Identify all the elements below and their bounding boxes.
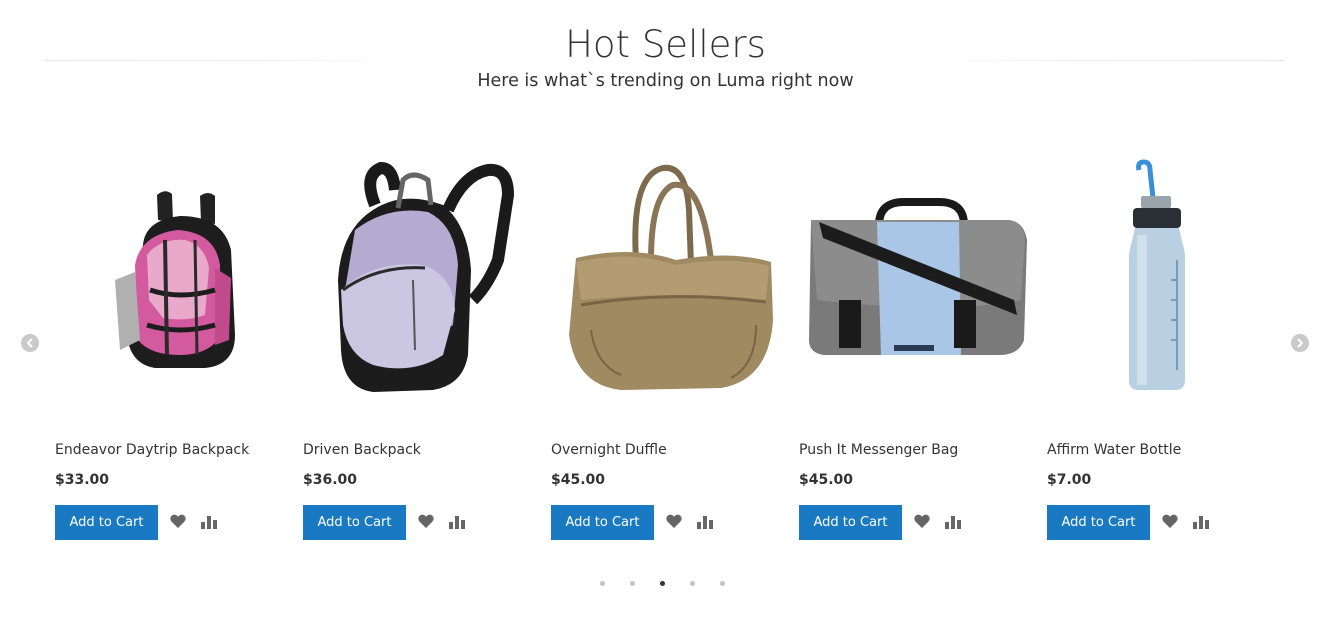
heart-icon[interactable]	[417, 512, 435, 530]
chevron-right-icon	[1297, 338, 1303, 348]
product-card: Affirm Water Bottle $7.00 Add to Cart	[1047, 150, 1277, 550]
product-name[interactable]: Driven Backpack	[303, 439, 421, 461]
heart-icon[interactable]	[665, 512, 683, 530]
bar-chart-icon[interactable]	[200, 513, 218, 531]
product-name[interactable]: Endeavor Daytrip Backpack	[55, 439, 249, 461]
chevron-left-icon	[27, 338, 33, 348]
carousel-dot[interactable]	[630, 581, 635, 586]
product-card: Overnight Duffle $45.00 Add to Cart	[551, 150, 781, 550]
carousel-dot[interactable]	[600, 581, 605, 586]
product-card: Push It Messenger Bag $45.00 Add to Cart	[799, 150, 1029, 550]
carousel-dots	[600, 581, 725, 586]
heart-icon[interactable]	[1161, 512, 1179, 530]
add-to-cart-button[interactable]: Add to Cart	[303, 505, 406, 540]
bar-chart-icon[interactable]	[1192, 513, 1210, 531]
product-price: $36.00	[303, 472, 358, 488]
blue-water-bottle-image[interactable]	[1047, 150, 1277, 410]
carousel-dot[interactable]	[690, 581, 695, 586]
add-to-cart-button[interactable]: Add to Cart	[551, 505, 654, 540]
product-card: Endeavor Daytrip Backpack $33.00 Add to …	[55, 150, 285, 550]
section-subtitle: Here is what`s trending on Luma right no…	[477, 71, 854, 91]
section-heading: Hot Sellers Here is what`s trending on L…	[0, 22, 1331, 93]
bar-chart-icon[interactable]	[696, 513, 714, 531]
product-carousel: Endeavor Daytrip Backpack $33.00 Add to …	[55, 150, 1295, 550]
tan-duffle-bag-image[interactable]	[551, 150, 781, 410]
carousel-dot-active[interactable]	[660, 581, 665, 586]
product-name[interactable]: Push It Messenger Bag	[799, 439, 958, 461]
product-name[interactable]: Affirm Water Bottle	[1047, 439, 1181, 461]
product-price: $7.00	[1047, 472, 1092, 488]
heart-icon[interactable]	[913, 512, 931, 530]
heading-divider-right	[935, 60, 1285, 61]
heart-icon[interactable]	[169, 512, 187, 530]
carousel-dot[interactable]	[720, 581, 725, 586]
gray-blue-messenger-bag-image[interactable]	[799, 150, 1029, 410]
carousel-prev-button[interactable]	[21, 334, 39, 352]
bar-chart-icon[interactable]	[448, 513, 466, 531]
product-price: $33.00	[55, 472, 110, 488]
pink-black-backpack-image[interactable]	[55, 150, 285, 410]
product-name[interactable]: Overnight Duffle	[551, 439, 667, 461]
heading-divider-left	[45, 60, 395, 61]
add-to-cart-button[interactable]: Add to Cart	[1047, 505, 1150, 540]
product-card: Driven Backpack $36.00 Add to Cart	[303, 150, 533, 550]
product-price: $45.00	[799, 472, 854, 488]
add-to-cart-button[interactable]: Add to Cart	[55, 505, 158, 540]
lavender-black-backpack-image[interactable]	[303, 150, 533, 410]
section-title: Hot Sellers	[565, 23, 766, 66]
add-to-cart-button[interactable]: Add to Cart	[799, 505, 902, 540]
bar-chart-icon[interactable]	[944, 513, 962, 531]
product-price: $45.00	[551, 472, 606, 488]
